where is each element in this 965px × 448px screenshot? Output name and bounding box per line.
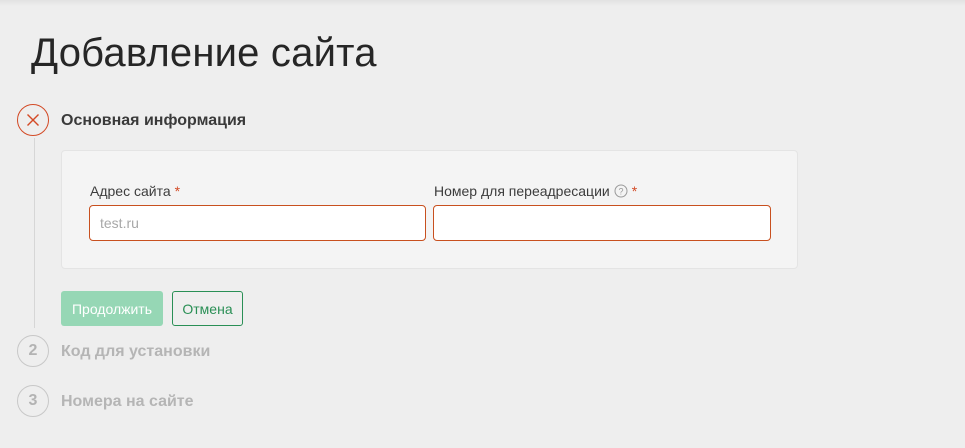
stepper-line (34, 138, 35, 328)
redirect-number-input[interactable] (433, 205, 771, 241)
top-shadow (0, 0, 965, 6)
step-2-title: Код для установки (61, 343, 211, 360)
step-2-number: 2 (17, 335, 49, 367)
question-circle-icon[interactable]: ? (614, 184, 628, 202)
page-title: Добавление сайта (31, 31, 377, 75)
redirect-number-label: Номер для переадресации? * (434, 182, 637, 202)
close-icon (27, 114, 39, 126)
site-address-input[interactable] (89, 205, 426, 241)
cancel-button[interactable]: Отмена (172, 291, 243, 326)
step-1-title: Основная информация (61, 112, 247, 129)
step-3-title: Номера на сайте (61, 393, 194, 410)
form-card: Адрес сайта* Номер для переадресации?* (61, 150, 798, 269)
step-3-number: 3 (17, 385, 49, 417)
continue-button[interactable]: Продолжить (61, 291, 163, 326)
required-marker: * (631, 183, 638, 199)
site-address-label: Адрес сайта * (90, 182, 180, 200)
svg-text:?: ? (618, 186, 623, 196)
required-marker: * (174, 183, 181, 199)
step-1-error-indicator (17, 104, 49, 136)
site-address-label-text: Адрес сайта (90, 183, 171, 199)
redirect-number-label-text: Номер для переадресации (434, 183, 610, 199)
